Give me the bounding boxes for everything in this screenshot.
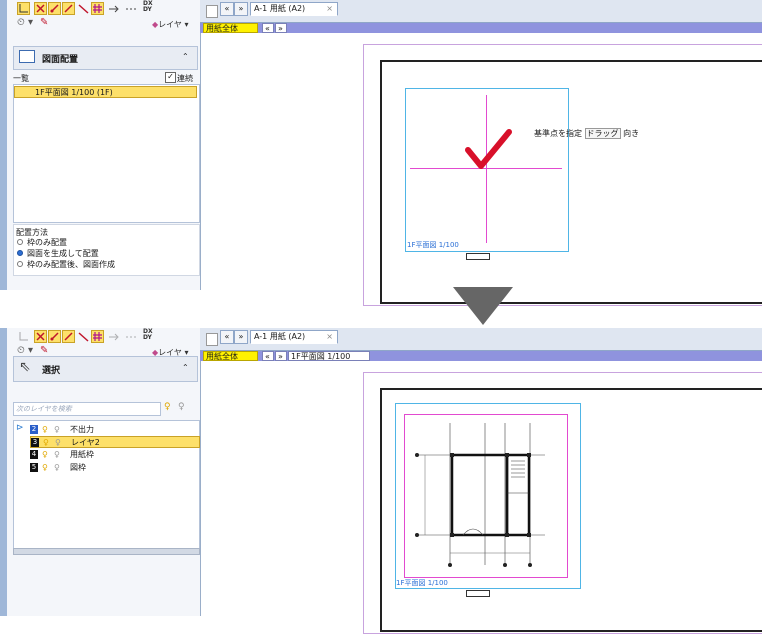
tab-close-icon[interactable]: × [326, 3, 333, 15]
tab-bar-bottom: « » A-1 用紙 (A2) × [200, 328, 762, 351]
view-full-sheet-button[interactable]: 用紙全体 [203, 23, 258, 33]
tab-bar-top: « » A-1 用紙 (A2) × [200, 0, 762, 23]
dxdy-icon[interactable]: DX DY [143, 329, 153, 341]
layer-dropdown[interactable]: ◆レイヤ ▾ [152, 19, 188, 30]
list-item[interactable]: 1F平面図 1/100 (1F) [14, 86, 197, 98]
new-sheet-icon[interactable] [206, 333, 218, 346]
option-generate: 図面を生成して配置 [27, 249, 99, 258]
bulb-off-icon[interactable]: ♀ [54, 424, 60, 436]
continuous-checkbox[interactable]: ✓ [165, 72, 176, 83]
dashed-line-icon[interactable] [124, 330, 138, 343]
diagonal-line-icon[interactable] [77, 330, 90, 343]
layout-icon [19, 50, 35, 63]
bulb-on-icon[interactable]: ♀ [42, 462, 48, 474]
left-edge-strip [0, 0, 7, 290]
tab-sheet-a1[interactable]: A-1 用紙 (A2) × [250, 330, 338, 344]
grid-icon[interactable] [91, 330, 104, 343]
arrow-dash-icon[interactable] [107, 2, 120, 15]
cross-icon[interactable] [34, 330, 47, 343]
scale-stamp [466, 590, 490, 597]
dxdy-icon[interactable]: DX DY [143, 1, 153, 13]
tab-next-button[interactable]: » [234, 2, 248, 16]
grid-icon[interactable] [91, 2, 104, 15]
bulb-off-icon[interactable]: ♀ [55, 437, 61, 449]
dashed-line-icon[interactable] [124, 2, 138, 15]
line-edit-icon[interactable] [62, 2, 75, 15]
frame-caption: 1F平面図 1/100 [407, 241, 459, 249]
layer-list-scrollbar[interactable] [13, 548, 200, 555]
collapse-icon[interactable]: ⌃ [182, 52, 189, 61]
clock-dropdown-icon[interactable]: ⏲ ▾ [17, 345, 33, 356]
tab-close-icon[interactable]: × [326, 331, 333, 343]
bulb-off-icon[interactable]: ♀ [178, 402, 185, 412]
layer-tree-icon: ⊳ [16, 423, 24, 433]
eyedropper-icon[interactable]: ✎ [40, 345, 48, 356]
bulb-on-icon[interactable]: ♀ [164, 402, 171, 412]
view-prev-button[interactable]: « [262, 351, 274, 361]
panel-title: 図面配置 [42, 55, 79, 65]
radio-generate[interactable] [17, 250, 23, 256]
panel-header: ⇖ 選択 ⌃ [13, 356, 198, 382]
tab-prev-button[interactable]: « [220, 330, 234, 344]
pencil-icon[interactable] [48, 2, 61, 15]
view-full-sheet-button[interactable]: 用紙全体 [203, 351, 258, 361]
cursor-arrow-icon: ⇖ [19, 359, 31, 375]
collapse-icon[interactable]: ⌃ [182, 363, 189, 372]
arrow-dash-icon[interactable] [107, 330, 120, 343]
bulb-off-icon[interactable]: ♀ [54, 449, 60, 461]
layer-row-2[interactable]: 2 ♀ ♀ 不出力 [30, 424, 200, 436]
frame-caption: 1F平面図 1/100 [396, 579, 448, 587]
bulb-on-icon[interactable]: ♀ [43, 437, 49, 449]
mode-icon-1-disabled[interactable] [17, 330, 30, 343]
new-sheet-icon[interactable] [206, 5, 218, 18]
panel-title: 選択 [42, 366, 61, 376]
view-next-button[interactable]: » [275, 23, 287, 33]
tab-prev-button[interactable]: « [220, 2, 234, 16]
layer-row-5[interactable]: 5 ♀ ♀ 図枠 [30, 462, 200, 474]
bulb-off-icon[interactable]: ♀ [54, 462, 60, 474]
drawing-list: 1F平面図 1/100 (1F) [13, 84, 200, 223]
line-edit-icon[interactable] [62, 330, 75, 343]
diagonal-line-icon[interactable] [77, 2, 90, 15]
placement-group: 配置方法 枠のみ配置 図面を生成して配置 枠のみ配置後、図面作成 [13, 224, 200, 276]
panel-header: 図面配置 ⌃ [13, 46, 198, 70]
view-next-button[interactable]: » [275, 351, 287, 361]
option-frame-only: 枠のみ配置 [27, 238, 67, 247]
clock-dropdown-icon[interactable]: ⏲ ▾ [17, 17, 33, 28]
list-label: 一覧 [13, 74, 29, 83]
tab-sheet-a1[interactable]: A-1 用紙 (A2) × [250, 2, 338, 16]
bulb-on-icon[interactable]: ♀ [42, 424, 48, 436]
scale-stamp [466, 253, 490, 260]
radio-frame-only[interactable] [17, 239, 23, 245]
bulb-on-icon[interactable]: ♀ [42, 449, 48, 461]
layer-row-3[interactable]: 3 ♀ ♀ レイヤ2 [30, 436, 200, 448]
view-prev-button[interactable]: « [262, 23, 274, 33]
cross-icon[interactable] [34, 2, 47, 15]
left-edge-strip-bottom [0, 328, 7, 616]
mode-icon-1[interactable] [17, 2, 30, 15]
floor-plan-drawing [415, 423, 545, 567]
eyedropper-icon[interactable]: ✎ [40, 17, 48, 28]
tab-next-button[interactable]: » [234, 330, 248, 344]
option-frame-then-create: 枠のみ配置後、図面作成 [27, 260, 115, 269]
view-drawing-chip[interactable]: 1F平面図 1/100 [288, 351, 370, 361]
layer-search-input[interactable]: 次のレイヤを検索 [13, 402, 161, 416]
pencil-icon[interactable] [48, 330, 61, 343]
radio-frame-then-create[interactable] [17, 261, 23, 267]
transition-arrow [453, 287, 513, 325]
continuous-label: 連続 [177, 74, 193, 83]
instruction-text: 基準点を指定 ドラッグ 向き [534, 128, 640, 139]
left-panel: DX DY ⏲ ▾ ✎ ◆レイヤ ▾ 図面配置 ⌃ 一覧 ✓ 連続 1F平面図 … [7, 0, 201, 290]
layer-row-4[interactable]: 4 ♀ ♀ 用紙枠 [30, 449, 200, 461]
checkmark-icon [465, 129, 512, 169]
